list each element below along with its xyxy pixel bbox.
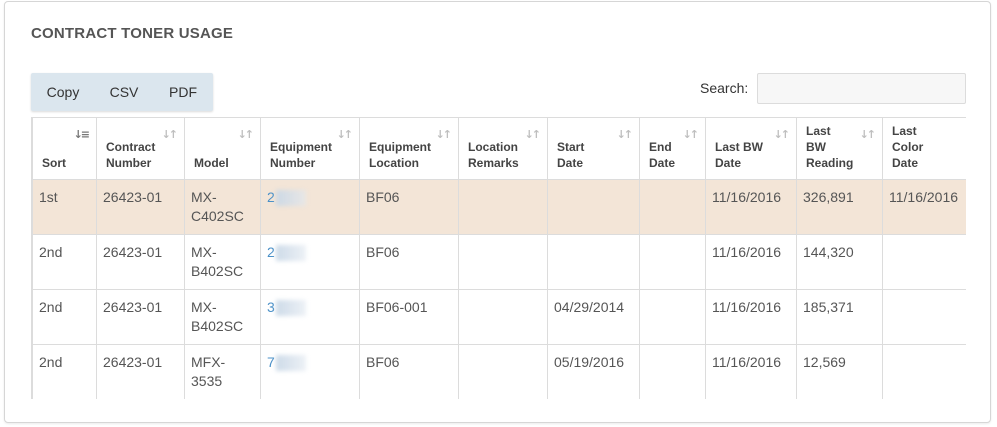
cell-equipment-location: BF06-001 [359,289,459,345]
cell-location-remarks [458,179,548,235]
sort-icon: ↓↑ [773,128,791,141]
cell-sort: 2nd [32,289,97,345]
cell-end-date [639,234,706,290]
cell-equipment-location: BF06 [359,234,459,290]
cell-sort: 2nd [32,344,97,399]
search-label: Search: [700,80,749,96]
redacted-value [275,355,306,372]
column-header-label: Last BW Date [715,140,763,170]
column-header-last-color-date[interactable]: Last Color Date↓↑ [882,117,966,180]
cell-equipment-number[interactable]: 2 [260,179,360,235]
table-header-row: Sort ↓≡ Contract Number ↓↑ Model ↓↑ Equipment … [32,117,966,180]
toner-usage-table: Sort ↓≡ Contract Number ↓↑ Model ↓↑ Equipment … [32,117,966,399]
column-header-last-bw-date[interactable]: Last BW Date ↓↑ [705,117,797,180]
table-row[interactable]: 1st 26423-01 MX- C402SC 2 BF06 11/16/2016 326,… [32,179,966,235]
cell-last-color-date [882,234,966,290]
csv-button[interactable]: CSV [95,73,153,111]
cell-end-date [639,289,706,345]
equipment-number-link[interactable]: 2 [267,244,275,260]
cell-contract-number: 26423-01 [96,234,185,290]
column-header-end-date[interactable]: End Date ↓↑ [639,117,706,180]
sort-icon: ↓↑ [524,128,542,141]
sort-icon: ↓↑ [161,128,179,141]
column-header-label: Last Color Date [892,124,924,170]
cell-equipment-number[interactable]: 7 [260,344,360,399]
column-header-label: Contract Number [106,140,156,170]
column-header-equipment-number[interactable]: Equipment Number ↓↑ [260,117,360,180]
cell-last-color-date [882,289,966,345]
redacted-value [275,300,306,317]
sort-icon: ↓↑ [682,128,700,141]
cell-last-bw-date: 11/16/2016 [705,179,797,235]
cell-start-date: 05/19/2016 [547,344,640,399]
cell-contract-number: 26423-01 [96,289,185,345]
sort-icon: ↓↑ [616,128,634,141]
column-header-label: End Date [649,140,676,170]
cell-contract-number: 26423-01 [96,179,185,235]
cell-end-date [639,179,706,235]
redacted-value [275,245,306,262]
cell-end-date [639,344,706,399]
cell-last-bw-reading: 326,891 [796,179,883,235]
cell-last-bw-date: 11/16/2016 [705,344,797,399]
column-header-location-remarks[interactable]: Location Remarks ↓↑ [458,117,548,180]
cell-model: MX- C402SC [184,179,261,235]
cell-model: MX- B402SC [184,289,261,345]
equipment-number-link[interactable]: 7 [267,354,275,370]
cell-last-bw-reading: 12,569 [796,344,883,399]
cell-last-bw-date: 11/16/2016 [705,289,797,345]
search-input[interactable] [757,73,966,104]
table-row[interactable]: 2nd 26423-01 MX- B402SC 3 BF06-001 04/29/2014… [32,289,966,345]
column-header-label: Sort [42,156,66,170]
cell-equipment-location: BF06 [359,344,459,399]
cell-start-date [547,179,640,235]
redacted-value [275,190,306,207]
cell-location-remarks [458,344,548,399]
column-header-label: Equipment Location [369,140,431,170]
sort-icon: ↓↑ [435,128,453,141]
sort-icon: ↓↑ [336,128,354,141]
column-header-model[interactable]: Model ↓↑ [184,117,261,180]
cell-sort: 1st [32,179,97,235]
cell-last-bw-reading: 144,320 [796,234,883,290]
pdf-button[interactable]: PDF [153,73,213,111]
sort-icon: ↓↑ [237,128,255,141]
sort-icon: ↓↑ [859,128,877,141]
cell-equipment-number[interactable]: 2 [260,234,360,290]
equipment-number-link[interactable]: 3 [267,299,275,315]
cell-location-remarks [458,289,548,345]
cell-last-bw-reading: 185,371 [796,289,883,345]
column-header-equipment-location[interactable]: Equipment Location ↓↑ [359,117,459,180]
column-header-start-date[interactable]: Start Date ↓↑ [547,117,640,180]
column-header-label: Equipment Number [270,140,332,170]
toner-usage-panel: CONTRACT TONER USAGE Copy CSV PDF Search… [4,1,991,423]
cell-model: MFX- 3535 [184,344,261,399]
cell-start-date: 04/29/2014 [547,289,640,345]
export-button-group: Copy CSV PDF [31,73,213,111]
table-row[interactable]: 2nd 26423-01 MX- B402SC 2 BF06 11/16/2016 144,… [32,234,966,290]
cell-start-date [547,234,640,290]
column-header-sort[interactable]: Sort ↓≡ [32,117,97,180]
column-header-last-bw-reading[interactable]: Last BW Reading ↓↑ [796,117,883,180]
cell-model: MX- B402SC [184,234,261,290]
cell-equipment-location: BF06 [359,179,459,235]
column-header-contract-number[interactable]: Contract Number ↓↑ [96,117,185,180]
cell-location-remarks [458,234,548,290]
column-header-label: Start Date [557,140,585,170]
cell-sort: 2nd [32,234,97,290]
table-row[interactable]: 2nd 26423-01 MFX- 3535 7 BF06 05/19/2016 11/16… [32,344,966,399]
cell-last-color-date: 11/16/2016 [882,179,966,235]
data-table-container[interactable]: Sort ↓≡ Contract Number ↓↑ Model ↓↑ Equipment … [31,117,966,399]
page-title: CONTRACT TONER USAGE [31,25,234,42]
equipment-number-link[interactable]: 2 [267,189,275,205]
column-header-label: Location Remarks [468,140,519,170]
cell-contract-number: 26423-01 [96,344,185,399]
sort-ascending-icon: ↓≡ [73,128,91,141]
column-header-label: Model [194,156,229,170]
cell-equipment-number[interactable]: 3 [260,289,360,345]
cell-last-color-date [882,344,966,399]
cell-last-bw-date: 11/16/2016 [705,234,797,290]
copy-button[interactable]: Copy [31,73,95,111]
